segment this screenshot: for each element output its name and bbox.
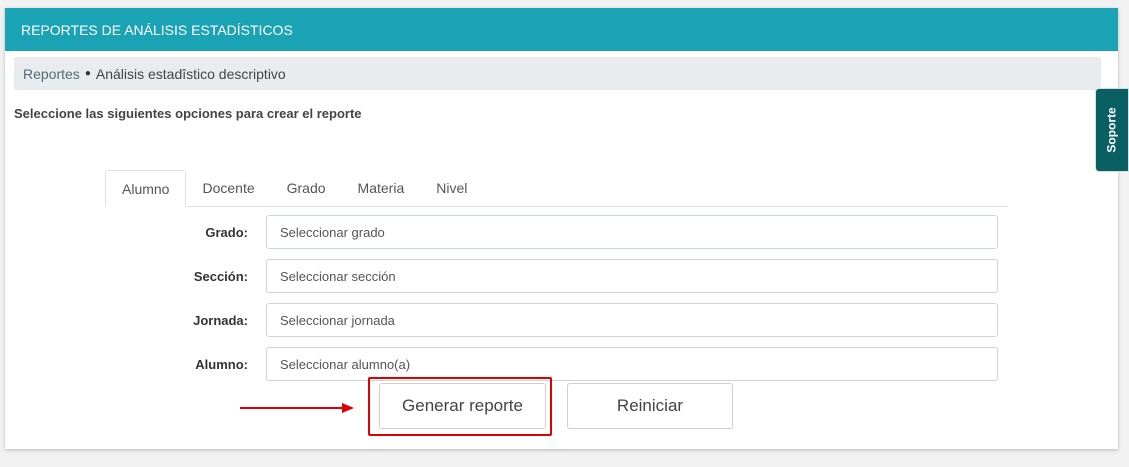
seccion-select[interactable]: Seleccionar sección [266, 259, 998, 293]
jornada-select[interactable]: Seleccionar jornada [266, 303, 998, 337]
seccion-label: Sección: [193, 268, 248, 284]
form-row-seccion: Sección: Seleccionar sección [100, 259, 1000, 293]
breadcrumb-link-reportes[interactable]: Reportes [23, 66, 80, 82]
support-label: Soporte [1105, 107, 1119, 153]
tab-materia[interactable]: Materia [342, 170, 421, 206]
tab-alumno[interactable]: Alumno [105, 170, 187, 207]
breadcrumb: Reportes ● Análisis estadîstico descript… [14, 57, 1101, 90]
generate-report-button[interactable]: Generar reporte [379, 383, 546, 429]
support-tab[interactable]: Soporte [1095, 88, 1129, 172]
grado-select[interactable]: Seleccionar grado [266, 215, 998, 249]
panel-header: REPORTES DE ANÁLISIS ESTADÍSTICOS [5, 8, 1118, 51]
alumno-label: Alumno: [195, 356, 248, 372]
page-title: REPORTES DE ANÁLISIS ESTADÍSTICOS [21, 21, 293, 38]
jornada-label: Jornada: [193, 312, 248, 328]
tab-bar: Alumno Docente Grado Materia Nivel [105, 170, 1008, 207]
breadcrumb-separator: ● [84, 68, 91, 79]
form-row-jornada: Jornada: Seleccionar jornada [100, 303, 1000, 337]
reset-button[interactable]: Reiniciar [567, 383, 733, 429]
annotation-arrow-icon [240, 403, 354, 413]
alumno-select[interactable]: Seleccionar alumno(a) [266, 347, 998, 381]
form-row-grado: Grado: Seleccionar grado [100, 215, 1000, 249]
breadcrumb-current: Análisis estadîstico descriptivo [95, 65, 286, 82]
grado-label: Grado: [205, 224, 248, 240]
instructions-text: Seleccione las siguientes opciones para … [14, 106, 362, 121]
tab-nivel[interactable]: Nivel [420, 170, 483, 206]
form-row-alumno: Alumno: Seleccionar alumno(a) [100, 347, 1000, 381]
tab-grado[interactable]: Grado [271, 170, 342, 206]
tab-docente[interactable]: Docente [186, 170, 270, 206]
